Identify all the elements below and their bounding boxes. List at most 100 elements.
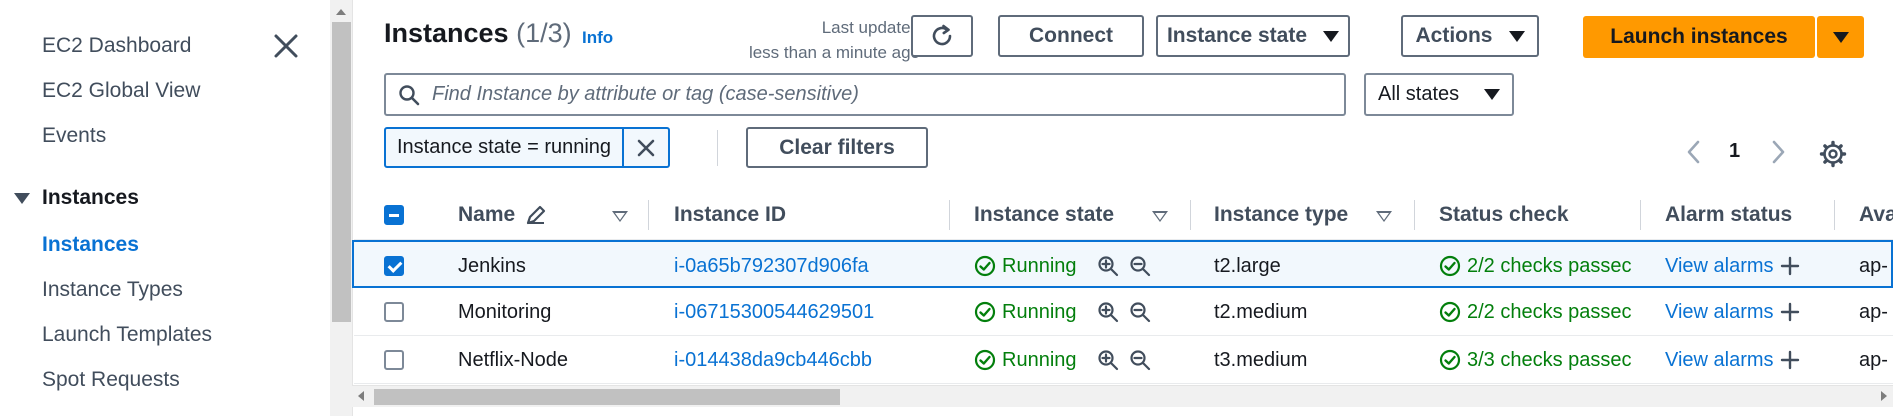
table-row[interactable]: Monitoring i-06715300544629501 Running t… xyxy=(354,288,1893,336)
zoom-out-icon[interactable] xyxy=(1129,349,1151,371)
zoom-out-icon[interactable] xyxy=(1129,255,1151,277)
zoom-controls xyxy=(1097,301,1151,323)
column-name-label: Name xyxy=(458,203,516,226)
refresh-button[interactable] xyxy=(911,15,973,57)
row-select[interactable] xyxy=(384,242,404,290)
scroll-right-arrow-icon[interactable] xyxy=(1881,391,1887,401)
alarm-status-cell: View alarms xyxy=(1665,288,1830,336)
instance-state-button[interactable]: Instance state xyxy=(1156,15,1350,57)
previous-page-icon[interactable] xyxy=(1684,138,1704,166)
actions-button[interactable]: Actions xyxy=(1401,15,1539,57)
page-scrollbar[interactable] xyxy=(330,0,353,416)
column-name[interactable]: Name xyxy=(458,190,547,240)
row-select[interactable] xyxy=(384,336,404,384)
select-all-checkbox[interactable] xyxy=(384,190,404,240)
page-title-text: Instances xyxy=(384,18,509,48)
nav-ec2-global-view[interactable]: EC2 Global View xyxy=(42,79,200,103)
clear-filters-button[interactable]: Clear filters xyxy=(746,127,928,168)
row-checkbox[interactable] xyxy=(384,256,404,276)
column-instance-state[interactable]: Instance state xyxy=(974,190,1114,240)
status-check-text: 3/3 checks passec xyxy=(1467,348,1632,371)
nav-events[interactable]: Events xyxy=(42,124,106,148)
caret-down-icon xyxy=(1832,31,1849,43)
column-status-check[interactable]: Status check xyxy=(1439,190,1569,240)
filter-token: Instance state = running xyxy=(384,127,671,168)
availability-zone-cell: ap- xyxy=(1859,300,1888,323)
side-navigation: EC2 Dashboard EC2 Global View Events Ins… xyxy=(0,0,330,416)
column-instance-type[interactable]: Instance type xyxy=(1214,190,1348,240)
instance-id-link[interactable]: i-06715300544629501 xyxy=(674,288,939,336)
status-check-cell: 3/3 checks passec xyxy=(1439,336,1635,384)
view-alarms-link[interactable]: View alarms xyxy=(1665,301,1774,324)
success-check-icon xyxy=(974,255,996,277)
instance-name: Netflix-Node xyxy=(458,348,569,371)
view-alarms-link[interactable]: View alarms xyxy=(1665,255,1774,278)
sort-icon[interactable] xyxy=(1376,211,1392,222)
nav-launch-templates[interactable]: Launch Templates xyxy=(42,323,212,347)
success-check-icon xyxy=(1439,349,1461,371)
launch-dropdown-button[interactable] xyxy=(1817,16,1864,58)
instance-state-label: Instance state xyxy=(1166,24,1308,47)
states-select-value: All states xyxy=(1378,83,1460,105)
row-select[interactable] xyxy=(384,288,404,336)
row-checkbox[interactable] xyxy=(384,350,404,370)
nav-instance-types[interactable]: Instance Types xyxy=(42,278,183,302)
zoom-in-icon[interactable] xyxy=(1097,301,1119,323)
states-select[interactable]: All states xyxy=(1364,73,1514,116)
nav-ec2-dashboard[interactable]: EC2 Dashboard xyxy=(42,34,191,58)
search-input[interactable]: Find Instance by attribute or tag (case-… xyxy=(384,73,1346,116)
column-divider xyxy=(1190,200,1191,230)
nav-spot-requests[interactable]: Spot Requests xyxy=(42,368,180,392)
status-check-text: 2/2 checks passec xyxy=(1467,300,1632,323)
caret-down-icon xyxy=(1323,30,1340,42)
plus-icon[interactable] xyxy=(1780,350,1800,370)
last-updated: Last updated less than a minute ago xyxy=(684,15,920,65)
table-header: Name Instance ID Instance state Instance… xyxy=(354,190,1893,240)
zoom-in-icon[interactable] xyxy=(1097,349,1119,371)
instance-id-link[interactable]: i-014438da9cb446cbb xyxy=(674,336,939,384)
close-icon[interactable] xyxy=(270,30,302,62)
scrollbar-thumb[interactable] xyxy=(374,389,840,405)
view-alarms-link[interactable]: View alarms xyxy=(1665,349,1774,372)
row-checkbox[interactable] xyxy=(384,302,404,322)
edit-pencil-icon xyxy=(527,205,546,225)
current-page[interactable]: 1 xyxy=(1729,140,1740,163)
nav-instances[interactable]: Instances xyxy=(42,233,139,257)
sort-icon[interactable] xyxy=(612,211,628,222)
launch-instances-button[interactable]: Launch instances xyxy=(1583,16,1815,58)
column-instance-id[interactable]: Instance ID xyxy=(674,190,786,240)
nav-section-instances[interactable]: Instances xyxy=(14,186,139,210)
zoom-in-icon[interactable] xyxy=(1097,255,1119,277)
checkbox-indeterminate[interactable] xyxy=(384,205,404,225)
caret-down-icon xyxy=(1508,30,1525,42)
instance-id-link[interactable]: i-0a65b792307d906fa xyxy=(674,242,939,290)
instance-type-cell: t3.medium xyxy=(1214,348,1308,371)
plus-icon[interactable] xyxy=(1780,302,1800,322)
column-alarm-status[interactable]: Alarm status xyxy=(1665,190,1792,240)
instance-name: Monitoring xyxy=(458,300,552,323)
table-row[interactable]: Jenkins i-0a65b792307d906fa Running t2.l… xyxy=(352,240,1893,288)
caret-down-icon xyxy=(14,192,30,204)
scrollbar-thumb[interactable] xyxy=(332,22,351,322)
table-horizontal-scrollbar[interactable] xyxy=(352,385,1893,407)
remove-filter-button[interactable] xyxy=(624,129,668,166)
gear-icon[interactable] xyxy=(1819,140,1847,168)
refresh-icon xyxy=(932,24,952,46)
availability-zone-cell: ap- xyxy=(1859,254,1888,277)
next-page-icon[interactable] xyxy=(1768,138,1788,166)
instance-state-cell: Running xyxy=(974,336,1184,384)
scroll-up-arrow-icon[interactable] xyxy=(336,9,346,15)
plus-icon[interactable] xyxy=(1780,256,1800,276)
connect-button[interactable]: Connect xyxy=(998,15,1144,57)
scroll-left-arrow-icon[interactable] xyxy=(358,391,364,401)
zoom-out-icon[interactable] xyxy=(1129,301,1151,323)
filter-token-label[interactable]: Instance state = running xyxy=(386,129,625,166)
instance-state-cell: Running xyxy=(974,288,1184,336)
table-row[interactable]: Netflix-Node i-014438da9cb446cbb Running… xyxy=(354,336,1893,384)
status-check-text: 2/2 checks passec xyxy=(1467,254,1632,277)
info-link[interactable]: Info xyxy=(582,28,613,48)
success-check-icon xyxy=(1439,255,1461,277)
instance-state-text: Running xyxy=(1002,348,1077,371)
sort-icon[interactable] xyxy=(1152,211,1168,222)
column-availability-zone[interactable]: Ava xyxy=(1859,190,1893,240)
